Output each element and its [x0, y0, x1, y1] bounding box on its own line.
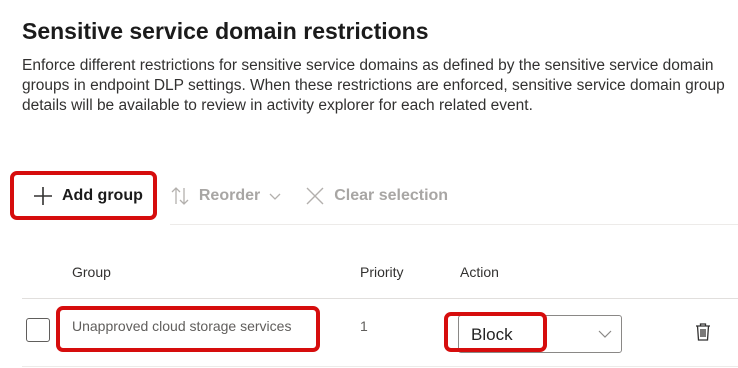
row-checkbox[interactable]	[26, 318, 50, 342]
priority-cell: 1	[360, 318, 368, 334]
toolbar-divider	[170, 224, 738, 225]
reorder-arrows-icon	[169, 185, 191, 207]
toolbar: Add group Reorder Clear selection	[22, 174, 470, 218]
column-header-priority: Priority	[360, 264, 404, 280]
column-header-group: Group	[72, 264, 111, 280]
row-divider	[22, 366, 738, 367]
column-header-action: Action	[460, 264, 499, 280]
clear-selection-label: Clear selection	[334, 187, 449, 204]
action-dropdown-value: Block	[471, 325, 513, 344]
chevron-down-icon	[268, 189, 282, 203]
header-divider	[22, 298, 738, 299]
plus-icon	[32, 185, 54, 207]
add-group-button[interactable]: Add group	[22, 176, 147, 216]
clear-selection-button[interactable]: Clear selection	[304, 176, 448, 216]
close-icon	[304, 185, 326, 207]
section-description: Enforce different restrictions for sensi…	[22, 57, 725, 114]
table-row: Unapproved cloud storage services 1 Bloc…	[0, 300, 738, 366]
action-dropdown[interactable]: Block	[458, 315, 622, 353]
chevron-down-icon	[597, 326, 613, 347]
group-cell[interactable]: Unapproved cloud storage services	[72, 318, 291, 334]
trash-icon[interactable]	[694, 322, 712, 347]
add-group-label: Add group	[62, 187, 143, 204]
reorder-label: Reorder	[198, 187, 261, 204]
reorder-button[interactable]: Reorder	[169, 176, 282, 216]
table-header: Group Priority Action	[0, 258, 738, 286]
section-title: Sensitive service domain restrictions	[22, 18, 429, 44]
